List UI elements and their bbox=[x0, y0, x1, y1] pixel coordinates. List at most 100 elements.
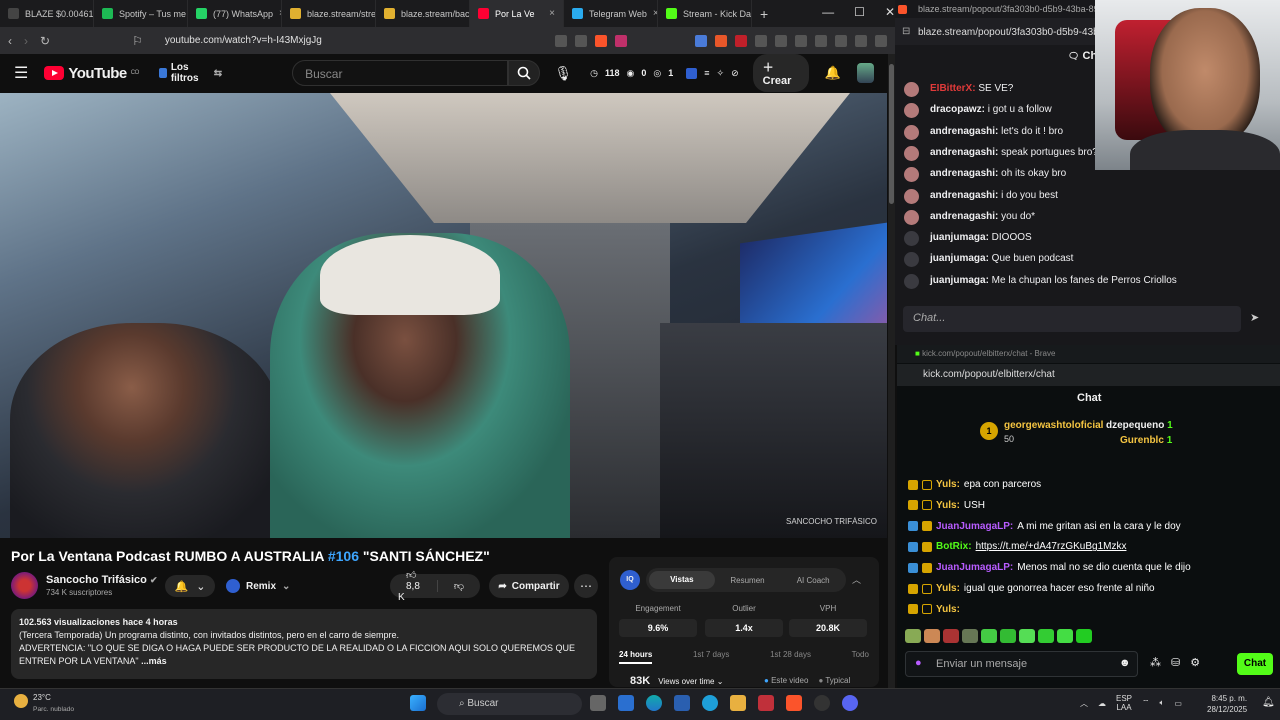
video-player[interactable]: SANCOCHO TRIFÁSICO bbox=[0, 93, 887, 538]
chat-username[interactable]: juanjumaga: bbox=[930, 232, 989, 243]
browser-tab[interactable]: Telegram Web× bbox=[564, 0, 658, 27]
like-button[interactable]: 👍︎ 8,8 K bbox=[390, 569, 437, 603]
range-all[interactable]: Todo bbox=[852, 650, 869, 664]
tab-ai-coach[interactable]: AI Coach bbox=[780, 576, 846, 585]
emote-icon[interactable] bbox=[924, 629, 940, 643]
chat-username[interactable]: juanjumaga: bbox=[930, 275, 989, 286]
close-tab-icon[interactable]: × bbox=[549, 8, 555, 19]
mic-icon[interactable]: ● bbox=[915, 657, 922, 669]
emote-icon[interactable] bbox=[905, 629, 921, 643]
list-icon[interactable]: ≡ bbox=[704, 68, 709, 78]
store-icon[interactable] bbox=[674, 695, 690, 711]
new-tab-icon[interactable]: + bbox=[760, 6, 768, 22]
chat-avatar[interactable] bbox=[904, 82, 919, 97]
chat-avatar[interactable] bbox=[904, 209, 919, 225]
views-over-time-dropdown[interactable]: Views over time ⌄ bbox=[658, 677, 723, 686]
app-icon[interactable] bbox=[618, 695, 634, 711]
chat-username[interactable]: Yuls: bbox=[936, 583, 960, 594]
avatar[interactable] bbox=[857, 63, 875, 83]
chat-username[interactable]: juanjumaga: bbox=[930, 253, 989, 264]
notification-icon[interactable]: 🔔︎ bbox=[1262, 697, 1275, 708]
tab-vistas[interactable]: Vistas bbox=[649, 571, 715, 589]
microphone-icon[interactable]: 🎙 bbox=[554, 65, 572, 82]
range-24h[interactable]: 24 hours bbox=[619, 650, 653, 664]
range-28d[interactable]: 1st 28 days bbox=[770, 650, 811, 664]
send-icon[interactable]: ➤ bbox=[1250, 311, 1259, 324]
range-7d[interactable]: 1st 7 days bbox=[693, 650, 729, 664]
kick-message-input[interactable]: Enviar un mensaje bbox=[905, 651, 1138, 677]
chat-avatar[interactable] bbox=[904, 188, 919, 204]
link-icon[interactable]: ⊘ bbox=[731, 68, 739, 79]
chat-username[interactable]: JuanJumagaLP: bbox=[936, 521, 1013, 532]
chat-avatar[interactable] bbox=[904, 273, 919, 289]
chevron-up-icon[interactable]: ︿ bbox=[1080, 698, 1088, 709]
chat-username[interactable]: BotRix: bbox=[936, 541, 972, 552]
back-icon[interactable]: ‹ bbox=[8, 34, 12, 48]
cast-icon[interactable] bbox=[555, 34, 567, 47]
channel-name[interactable]: Sancocho Trifásico ✔ bbox=[46, 574, 157, 586]
onedrive-icon[interactable]: ☁ bbox=[1098, 699, 1106, 708]
search-button[interactable] bbox=[507, 60, 541, 86]
emote-icon[interactable] bbox=[1038, 629, 1054, 643]
lang-indicator[interactable]: ESP LAA bbox=[1116, 694, 1132, 712]
dislike-button[interactable]: 👎︎ bbox=[436, 580, 480, 592]
emote-icon[interactable] bbox=[1000, 629, 1016, 643]
chat-username[interactable]: andrenagashi: bbox=[930, 126, 998, 137]
url-field[interactable]: youtube.com/watch?v=h-I43MxjgJg bbox=[165, 35, 322, 46]
show-more-link[interactable]: ...más bbox=[141, 656, 167, 666]
extension-icon[interactable] bbox=[695, 34, 707, 47]
chat-username[interactable]: EIBitterX: bbox=[930, 83, 976, 94]
weather-widget[interactable]: 23°C Parc. nublado bbox=[33, 692, 74, 715]
minimize-icon[interactable]: — bbox=[822, 5, 834, 19]
browser-tab[interactable]: (77) WhatsApp× bbox=[188, 0, 282, 27]
video-description[interactable]: 102.563 visualizaciones hace 4 horas (Te… bbox=[11, 609, 597, 679]
bulb-icon[interactable]: ✧ bbox=[717, 68, 725, 79]
channel-avatar[interactable] bbox=[11, 572, 38, 599]
notifications-bell-icon[interactable]: 🔔 bbox=[825, 65, 841, 81]
brave-icon[interactable] bbox=[786, 695, 802, 711]
emote-icon[interactable] bbox=[1057, 629, 1073, 643]
chat-avatar[interactable] bbox=[904, 231, 919, 247]
reload-icon[interactable]: ↻ bbox=[40, 34, 50, 48]
task-view-icon[interactable] bbox=[590, 695, 606, 711]
taskbar-search[interactable]: ⌕ Buscar bbox=[437, 693, 582, 715]
close-icon[interactable]: ✕ bbox=[885, 5, 895, 19]
emote-icon[interactable] bbox=[1076, 629, 1092, 643]
sidebar-icon[interactable] bbox=[795, 34, 807, 47]
create-button[interactable]: ＋ Crear bbox=[752, 54, 809, 92]
youtube-logo[interactable]: YouTube CO bbox=[44, 65, 139, 82]
page-scrollbar[interactable] bbox=[888, 54, 895, 688]
chat-username[interactable]: Yuls: bbox=[936, 604, 960, 615]
hashtag-link[interactable]: #106 bbox=[328, 548, 359, 564]
extension-icon[interactable] bbox=[775, 34, 787, 47]
brave-rewards-icon[interactable] bbox=[615, 34, 627, 47]
browser-tab[interactable]: Por La Ve × bbox=[470, 0, 564, 27]
chat-username[interactable]: andrenagashi: bbox=[930, 190, 998, 201]
chat-text[interactable]: https://t.me/+dA47rzGKuBg1Mzkx bbox=[976, 541, 1127, 552]
browser-tab[interactable]: Stream - Kick Da× bbox=[658, 0, 752, 27]
discord-icon[interactable] bbox=[842, 695, 858, 711]
edge-browser-icon[interactable] bbox=[702, 695, 718, 711]
obs-icon[interactable] bbox=[814, 695, 830, 711]
taskbar-clock[interactable]: 8:45 p. m. 28/12/2025 bbox=[1207, 693, 1247, 715]
tab-resumen[interactable]: Resumen bbox=[715, 576, 781, 585]
vpn-icon[interactable] bbox=[855, 34, 867, 47]
chat-username[interactable]: JuanJumagaLP: bbox=[936, 562, 1013, 573]
browser-tab[interactable]: BLAZE $0.0046160× bbox=[0, 0, 94, 27]
chat-avatar[interactable] bbox=[904, 145, 919, 161]
popout-url[interactable]: blaze.stream/popout/3fa303b0-d5b9-43ba bbox=[918, 27, 1104, 38]
hamburger-menu-icon[interactable]: ☰ bbox=[14, 63, 28, 83]
top-gifter-name[interactable]: georgewashtoloficial bbox=[1004, 420, 1103, 431]
filters-button[interactable]: Los filtros ⇆ bbox=[158, 62, 222, 84]
forward-icon[interactable]: › bbox=[24, 34, 28, 48]
blaze-chat-input[interactable]: Chat... bbox=[903, 306, 1241, 332]
extension-icon[interactable] bbox=[715, 34, 727, 47]
browser-tab[interactable]: blaze.stream/stre× bbox=[282, 0, 376, 27]
wifi-icon[interactable]: ⌔ bbox=[1142, 698, 1150, 708]
folder-icon[interactable] bbox=[730, 695, 746, 711]
puzzle-icon[interactable] bbox=[755, 34, 767, 47]
chat-username[interactable]: andrenagashi: bbox=[930, 211, 998, 222]
volume-icon[interactable]: 🔈︎ bbox=[1160, 698, 1165, 708]
chat-username[interactable]: andrenagashi: bbox=[930, 168, 998, 179]
emote-icon[interactable] bbox=[1019, 629, 1035, 643]
